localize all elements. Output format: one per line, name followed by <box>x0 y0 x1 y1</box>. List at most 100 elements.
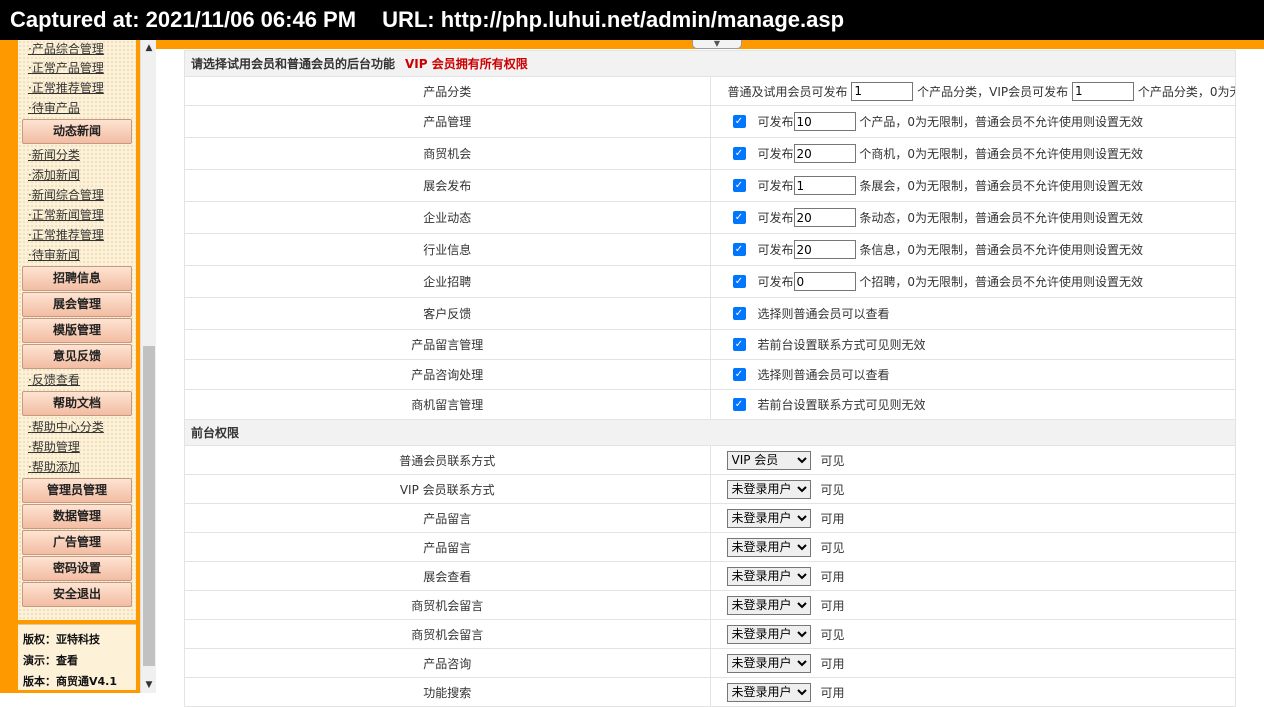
top-frame-bar <box>0 40 1264 49</box>
table-row: 展会发布 ✓可发布 条展会，0为无限制，普通会员不允许使用则设置无效 <box>184 169 1236 202</box>
capture-url: URL: http://php.luhui.net/admin/manage.a… <box>382 7 845 32</box>
limit-input[interactable] <box>793 144 856 163</box>
row-label: 客户反馈 <box>184 297 711 330</box>
row-label: 展会查看 <box>184 561 711 591</box>
row-label: 商贸机会留言 <box>184 590 711 620</box>
sidebar-link[interactable]: ·正常新闻管理 <box>18 205 136 225</box>
checkbox-checked[interactable]: ✓ <box>732 275 746 288</box>
sidebar-section-news[interactable]: 动态新闻 <box>22 119 132 144</box>
checkbox-checked[interactable]: ✓ <box>732 243 746 256</box>
table-row: 客户反馈 ✓ 选择则普通会员可以查看 <box>184 297 1236 330</box>
table-row: 产品咨询处理 ✓ 选择则普通会员可以查看 <box>184 359 1236 390</box>
sidebar-section-data[interactable]: 数据管理 <box>22 504 132 529</box>
checkbox-checked[interactable]: ✓ <box>732 115 746 128</box>
vip-note: VIP 会员拥有所有权限 <box>405 57 528 71</box>
sidebar-link[interactable]: ·帮助添加 <box>18 457 136 477</box>
table-row: 企业招聘 ✓可发布 个招聘，0为无限制，普通会员不允许使用则设置无效 <box>184 265 1236 298</box>
table-row: 商机留言管理 ✓ 若前台设置联系方式可见则无效 <box>184 389 1236 420</box>
copyright-panel: 版权：亚特科技 演示：查看 版本：商贸通V4.1 <box>18 624 136 690</box>
category-limit-input[interactable] <box>851 81 914 101</box>
table-row: 功能搜索 未登录用户 可用 <box>184 677 1236 707</box>
row-label: 普通会员联系方式 <box>184 445 711 475</box>
row-label: 行业信息 <box>184 233 711 266</box>
backend-header: 请选择试用会员和普通会员的后台功能 VIP 会员拥有所有权限 <box>184 50 1236 77</box>
table-row: 产品咨询 未登录用户 可用 <box>184 648 1236 678</box>
sidebar-link[interactable]: ·添加新闻 <box>18 165 136 185</box>
scroll-down-arrow-icon[interactable]: ▼ <box>141 677 157 693</box>
sidebar-link[interactable]: ·新闻分类 <box>18 145 136 165</box>
table-row: 产品管理 ✓可发布 个产品，0为无限制，普通会员不允许使用则设置无效 <box>184 105 1236 138</box>
scroll-up-arrow-icon[interactable]: ▲ <box>141 40 157 56</box>
sidebar-link[interactable]: ·正常推荐管理 <box>18 225 136 245</box>
table-row: 商贸机会留言 未登录用户 可见 <box>184 619 1236 649</box>
sidebar-link[interactable]: ·帮助管理 <box>18 437 136 457</box>
limit-input[interactable] <box>793 208 856 227</box>
permission-select[interactable]: 未登录用户 <box>726 624 811 644</box>
sidebar-link[interactable]: ·反馈查看 <box>18 370 136 390</box>
limit-input[interactable] <box>793 240 856 259</box>
sidebar-section-expo[interactable]: 展会管理 <box>22 292 132 317</box>
sidebar-link[interactable]: ·正常推荐管理 <box>18 78 136 98</box>
row-label: 产品留言 <box>184 532 711 562</box>
sidebar: ·产品综合管理 ·正常产品管理 ·正常推荐管理 ·待审产品 动态新闻 ·新闻分类… <box>0 40 140 693</box>
permissions-panel: 请选择试用会员和普通会员的后台功能 VIP 会员拥有所有权限 产品分类 普通及试用… <box>184 50 1236 707</box>
table-row: 企业动态 ✓可发布 条动态，0为无限制，普通会员不允许使用则设置无效 <box>184 201 1236 234</box>
sidebar-link[interactable]: ·产品综合管理 <box>18 40 136 58</box>
scrollbar-thumb[interactable] <box>143 346 155 666</box>
checkbox-checked[interactable]: ✓ <box>732 398 746 411</box>
sidebar-logout-button[interactable]: 安全退出 <box>22 582 132 607</box>
sidebar-section-admins[interactable]: 管理员管理 <box>22 478 132 503</box>
limit-input[interactable] <box>793 272 856 291</box>
checkbox-checked[interactable]: ✓ <box>732 211 746 224</box>
table-row: 产品分类 普通及试用会员可发布 个产品分类，VIP会员可发布 个产品分类，0为无… <box>184 76 1236 106</box>
permission-select[interactable]: VIP 会员 <box>726 450 811 470</box>
sidebar-section-ads[interactable]: 广告管理 <box>22 530 132 555</box>
capture-banner: Captured at: 2021/11/06 06:46 PM URL: htt… <box>0 0 1264 40</box>
sidebar-link[interactable]: ·待审产品 <box>18 98 136 118</box>
vip-category-limit-input[interactable] <box>1072 81 1134 101</box>
limit-input[interactable] <box>793 176 856 195</box>
permission-select[interactable]: 未登录用户 <box>726 537 811 557</box>
checkbox-checked[interactable]: ✓ <box>732 368 746 381</box>
row-label: 企业动态 <box>184 201 711 234</box>
row-label: 产品咨询处理 <box>184 359 711 390</box>
permission-select[interactable]: 未登录用户 <box>726 682 811 702</box>
row-label: 商机留言管理 <box>184 389 711 420</box>
checkbox-checked[interactable]: ✓ <box>732 179 746 192</box>
sidebar-link[interactable]: ·正常产品管理 <box>18 58 136 78</box>
row-label: 产品分类 <box>184 76 711 106</box>
table-row: 产品留言 未登录用户 可用 <box>184 503 1236 533</box>
row-label: 产品留言 <box>184 503 711 533</box>
sidebar-section-templates[interactable]: 模版管理 <box>22 318 132 343</box>
sidebar-link[interactable]: ·帮助中心分类 <box>18 417 136 437</box>
sidebar-section-help[interactable]: 帮助文档 <box>22 391 132 416</box>
sidebar-section-jobs[interactable]: 招聘信息 <box>22 266 132 291</box>
permissions-table: 请选择试用会员和普通会员的后台功能 VIP 会员拥有所有权限 产品分类 普通及试用… <box>184 50 1236 707</box>
row-label: 商贸机会留言 <box>184 619 711 649</box>
row-label: 展会发布 <box>184 169 711 202</box>
row-label: 企业招聘 <box>184 265 711 298</box>
sidebar-section-feedback[interactable]: 意见反馈 <box>22 344 132 369</box>
row-label: 功能搜索 <box>184 677 711 707</box>
table-row: 产品留言 未登录用户 可见 <box>184 532 1236 562</box>
permission-select[interactable]: 未登录用户 <box>726 653 811 673</box>
row-label: 产品留言管理 <box>184 329 711 360</box>
sidebar-link[interactable]: ·待审新闻 <box>18 245 136 265</box>
copyright-line: 版权：亚特科技 <box>23 633 100 646</box>
sidebar-scrollbar[interactable]: ▲ ▼ <box>140 40 156 693</box>
checkbox-checked[interactable]: ✓ <box>732 147 746 160</box>
permission-select[interactable]: 未登录用户 <box>726 508 811 528</box>
sidebar-section-password[interactable]: 密码设置 <box>22 556 132 581</box>
frontend-header: 前台权限 <box>184 419 1236 446</box>
sidebar-menu: ·产品综合管理 ·正常产品管理 ·正常推荐管理 ·待审产品 动态新闻 ·新闻分类… <box>18 40 136 620</box>
frame-toggle-button[interactable]: ▼ <box>692 40 742 49</box>
checkbox-checked[interactable]: ✓ <box>732 307 746 320</box>
table-row: 普通会员联系方式 VIP 会员 可见 <box>184 445 1236 475</box>
permission-select[interactable]: 未登录用户 <box>726 595 811 615</box>
permission-select[interactable]: 未登录用户 <box>726 566 811 586</box>
sidebar-link[interactable]: ·新闻综合管理 <box>18 185 136 205</box>
checkbox-checked[interactable]: ✓ <box>732 338 746 351</box>
demo-line[interactable]: 演示：查看 <box>23 650 136 671</box>
permission-select[interactable]: 未登录用户 <box>726 479 811 499</box>
limit-input[interactable] <box>793 112 856 131</box>
